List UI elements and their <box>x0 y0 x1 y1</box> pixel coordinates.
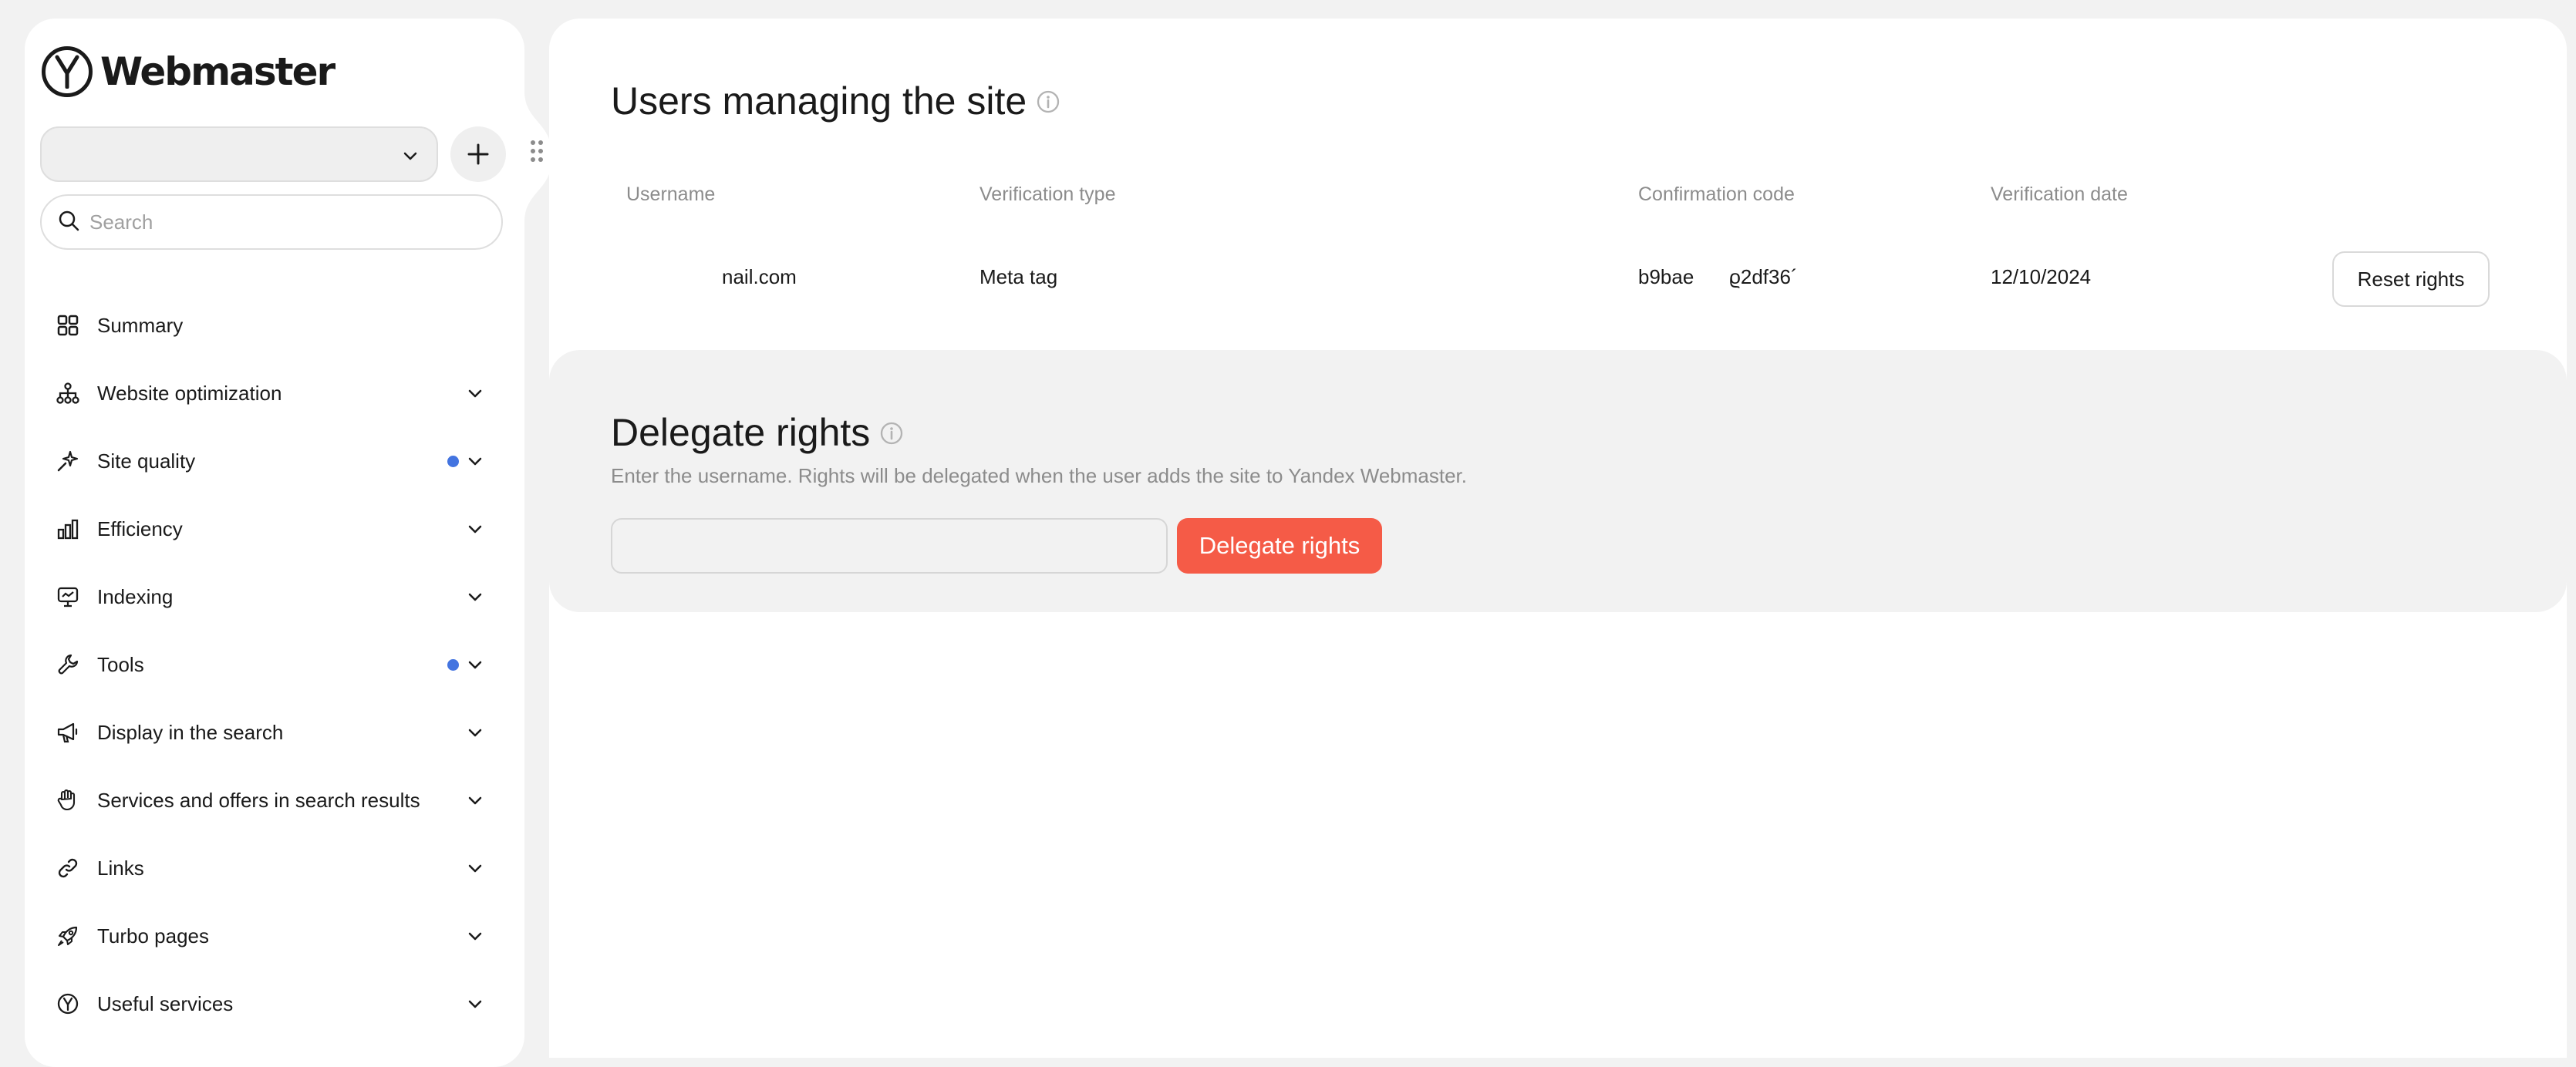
column-header-verification-date: Verification date <box>1991 183 2128 205</box>
search-input[interactable] <box>88 209 474 235</box>
sidebar-item-indexing[interactable]: Indexing <box>25 563 524 631</box>
bar-chart-icon <box>56 517 80 541</box>
search-field[interactable] <box>40 194 503 250</box>
monitor-icon <box>56 584 80 609</box>
wrench-icon <box>56 652 80 677</box>
sidebar-nav: Summary Website optimization Site qualit… <box>25 291 524 1038</box>
column-header-confirmation-code: Confirmation code <box>1638 183 1795 205</box>
delegate-rights-panel: Delegate rights Enter the username. Righ… <box>549 350 2567 612</box>
chevron-down-icon <box>466 995 484 1017</box>
yandex-logo-icon <box>42 46 93 97</box>
sidebar-item-useful-services[interactable]: Useful services <box>25 970 524 1038</box>
delegate-section-header: Delegate rights <box>611 410 904 455</box>
sitemap-icon <box>56 381 80 406</box>
column-header-username: Username <box>626 183 716 205</box>
sparkle-icon <box>56 449 80 473</box>
yandex-icon <box>56 991 80 1016</box>
username-input[interactable] <box>611 518 1168 574</box>
sidebar-item-label: Efficiency <box>97 517 183 540</box>
drag-handle-icon[interactable] <box>529 139 545 167</box>
chevron-down-icon <box>401 146 420 169</box>
sidebar-item-label: Useful services <box>97 991 234 1015</box>
page-title: Users managing the site <box>611 79 1027 123</box>
rocket-icon <box>56 924 80 948</box>
column-header-verification-type: Verification type <box>979 183 1116 205</box>
sidebar-item-label: Summary <box>97 313 184 337</box>
hand-icon <box>56 788 80 813</box>
sidebar-item-label: Services and offers in search results <box>97 788 420 812</box>
sidebar-item-services-and-offers[interactable]: Services and offers in search results <box>25 766 524 834</box>
delegate-rights-button[interactable]: Delegate rights <box>1177 518 1382 574</box>
logo-text: Webmaster <box>100 49 335 94</box>
search-icon <box>57 209 80 236</box>
sidebar-item-site-quality[interactable]: Site quality <box>25 427 524 495</box>
add-site-button[interactable] <box>450 126 506 182</box>
info-icon[interactable] <box>1036 89 1060 118</box>
grid-icon <box>56 313 80 338</box>
sidebar-item-label: Display in the search <box>97 720 284 744</box>
chevron-down-icon <box>466 791 484 813</box>
chevron-down-icon <box>466 520 484 542</box>
chevron-down-icon <box>466 927 484 949</box>
notification-dot <box>447 456 459 467</box>
sidebar-item-summary[interactable]: Summary <box>25 291 524 359</box>
main-content: Users managing the site Username Verific… <box>549 19 2567 1058</box>
confirmation-code-start: b9bae <box>1638 265 1694 288</box>
chevron-down-icon <box>466 859 484 881</box>
chevron-down-icon <box>466 723 484 746</box>
sidebar-item-label: Tools <box>97 652 144 676</box>
chevron-down-icon <box>466 655 484 678</box>
sidebar-item-tools[interactable]: Tools <box>25 631 524 698</box>
chevron-down-icon <box>466 452 484 474</box>
logo[interactable]: Webmaster <box>42 46 335 97</box>
chevron-down-icon <box>466 384 484 406</box>
sidebar-item-label: Website optimization <box>97 381 282 405</box>
verification-type-cell: Meta tag <box>979 265 1058 288</box>
sidebar-item-label: Site quality <box>97 449 196 473</box>
plus-icon <box>467 143 489 165</box>
sidebar-item-turbo-pages[interactable]: Turbo pages <box>25 902 524 970</box>
site-select[interactable] <box>40 126 438 182</box>
sidebar-item-label: Indexing <box>97 584 174 608</box>
sidebar: Webmaster Summary Website optimization <box>25 19 524 1067</box>
link-icon <box>56 856 80 880</box>
info-icon[interactable] <box>879 421 904 449</box>
sidebar-item-links[interactable]: Links <box>25 834 524 902</box>
sidebar-item-website-optimization[interactable]: Website optimization <box>25 359 524 427</box>
delegate-hint: Enter the username. Rights will be deleg… <box>611 464 1467 487</box>
verification-date-cell: 12/10/2024 <box>1991 265 2092 288</box>
sidebar-item-efficiency[interactable]: Efficiency <box>25 495 524 563</box>
delegate-title: Delegate rights <box>611 411 871 454</box>
sidebar-item-display-in-the-search[interactable]: Display in the search <box>25 698 524 766</box>
username-cell: nail.com <box>722 265 797 288</box>
chevron-down-icon <box>466 587 484 610</box>
notification-dot <box>447 659 459 671</box>
sidebar-item-label: Links <box>97 856 144 880</box>
reset-rights-button[interactable]: Reset rights <box>2332 251 2490 307</box>
megaphone-icon <box>56 720 80 745</box>
sidebar-item-label: Turbo pages <box>97 924 210 948</box>
confirmation-code-end: ϱ2df36´ <box>1729 265 1798 288</box>
users-section-header: Users managing the site <box>611 79 1060 123</box>
